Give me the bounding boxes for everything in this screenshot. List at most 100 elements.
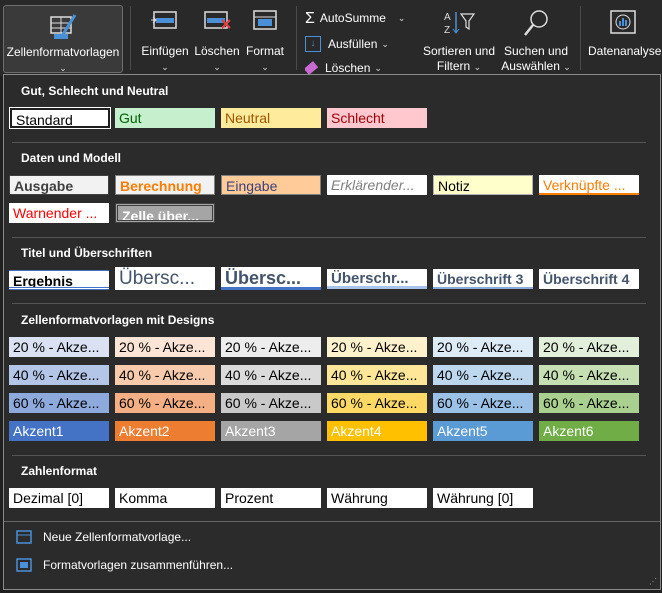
style-ergebnis[interactable]: Ergebnis [9,270,109,290]
merge-styles-command[interactable]: Formatvorlagen zusammenführen... [16,558,233,572]
data-analysis-button[interactable]: Datenanalyse [588,8,662,72]
style-ueberschrift-1[interactable]: Übersc... [221,267,321,290]
section-title-data-model: Daten und Modell [21,151,121,165]
style-60-akzent6[interactable]: 60 % - Akze... [539,393,639,413]
chevron-down-icon: ⌄ [59,63,67,73]
section-divider [4,521,660,522]
sigma-icon: Σ [305,9,315,27]
style-waehrung-0[interactable]: Währung [0] [433,488,533,508]
cell-style-icon [16,530,32,544]
insert-cells-icon [150,8,180,34]
style-ueberschrift-3[interactable]: Überschrift 3 [433,269,533,289]
fill-down-icon: ↓ [305,36,321,52]
style-standard[interactable]: Standard [9,107,111,129]
style-60-akzent2[interactable]: 60 % - Akze... [115,393,215,413]
style-40-akzent3[interactable]: 40 % - Akze... [221,365,321,385]
style-akzent1[interactable]: Akzent1 [9,421,109,441]
style-ueberschrift-big[interactable]: Übersc... [115,267,215,290]
style-60-akzent5[interactable]: 60 % - Akze... [433,393,533,413]
style-40-akzent1[interactable]: 40 % - Akze... [9,365,109,385]
style-20-akzent2[interactable]: 20 % - Akze... [115,337,215,357]
delete-label: Löschen [194,44,240,58]
format-templates-button[interactable]: Zellenformatvorlagen ⌄ [3,5,123,73]
style-gut[interactable]: Gut [115,108,215,128]
new-cell-style-command[interactable]: Neue Zellenformatvorlage... [16,530,191,544]
insert-button[interactable]: Einfügen ⌄ [138,8,192,72]
style-dezimal-0[interactable]: Dezimal [0] [9,488,109,508]
chevron-down-icon: ⌄ [473,62,482,72]
resize-grip-icon[interactable]: ⋰ [649,577,657,586]
style-20-akzent5[interactable]: 20 % - Akze... [433,337,533,357]
svg-text:Z: Z [444,25,450,36]
fill-button[interactable]: ↓ Ausfüllen ⌄ [305,35,389,53]
style-erklaerender[interactable]: Erklärender... [327,175,427,195]
style-prozent[interactable]: Prozent [221,488,321,508]
section-title-titles: Titel und Überschriften [21,246,153,260]
format-label: Format [245,44,284,58]
style-notiz[interactable]: Notiz [433,175,533,195]
chevron-down-icon: ⌄ [161,62,169,72]
style-schlecht[interactable]: Schlecht [327,108,427,128]
delete-button[interactable]: Löschen ⌄ [192,8,242,72]
style-eingabe[interactable]: Eingabe [221,175,321,195]
style-akzent3[interactable]: Akzent3 [221,421,321,441]
sort-filter-button[interactable]: AZ Sortieren und Filtern ⌄ [420,8,498,73]
style-60-akzent3[interactable]: 60 % - Akze... [221,393,321,413]
autosum-button[interactable]: Σ AutoSumme ⌄ [305,9,405,27]
style-neutral[interactable]: Neutral [221,108,321,128]
format-templates-label: Zellenformatvorlagen [6,45,120,59]
style-20-akzent3[interactable]: 20 % - Akze... [221,337,321,357]
data-analysis-icon [608,8,638,38]
eraser-icon [305,61,319,75]
style-zelle-ueber[interactable]: Zelle über... [115,203,215,223]
style-akzent4[interactable]: Akzent4 [327,421,427,441]
new-cell-style-label: Neue Zellenformatvorlage... [43,530,192,544]
autosum-label: AutoSumme [319,10,386,25]
find-select-label-1: Suchen und [503,44,569,58]
clear-label: Löschen [325,61,371,75]
find-select-button[interactable]: Suchen und Auswählen ⌄ [500,8,572,73]
data-analysis-label: Datenanalyse [588,44,662,58]
chevron-down-icon: ⌄ [563,62,571,72]
sort-filter-icon: AZ [442,8,476,38]
style-verknuepfte[interactable]: Verknüpfte ... [539,175,639,195]
style-40-akzent6[interactable]: 40 % - Akze... [539,365,639,385]
style-komma[interactable]: Komma [115,488,215,508]
style-ausgabe[interactable]: Ausgabe [9,175,109,195]
clear-button[interactable]: Löschen ⌄ [305,61,382,75]
section-divider [12,142,646,143]
section-title-good-bad: Gut, Schlecht und Neutral [21,84,169,98]
chevron-down-icon: ⌄ [381,38,389,49]
ribbon-separator [580,6,581,70]
style-warnender[interactable]: Warnender ... [9,203,109,223]
chevron-down-icon: ⌄ [374,62,382,73]
style-40-akzent4[interactable]: 40 % - Akze... [327,365,427,385]
section-divider [12,303,646,304]
style-waehrung[interactable]: Währung [327,488,427,508]
style-berechnung[interactable]: Berechnung [115,175,215,195]
style-20-akzent1[interactable]: 20 % - Akze... [9,337,109,357]
style-ueberschrift-4[interactable]: Überschrift 4 [539,269,639,289]
section-title-number-format: Zahlenformat [21,464,98,478]
paintbrush-table-icon [48,12,78,42]
ribbon-separator [296,6,297,70]
svg-text:A: A [444,12,451,23]
style-akzent2[interactable]: Akzent2 [115,421,215,441]
style-20-akzent4[interactable]: 20 % - Akze... [327,337,427,357]
format-button[interactable]: Format ⌄ [242,8,288,72]
style-60-akzent4[interactable]: 60 % - Akze... [327,393,427,413]
fill-label: Ausfüllen [328,36,378,51]
find-select-label-2: Auswählen [501,59,560,73]
style-60-akzent1[interactable]: 60 % - Akze... [9,393,109,413]
delete-cells-icon [202,8,232,34]
ribbon: Zellenformatvorlagen ⌄ Einfügen ⌄ Lösche… [0,0,662,76]
style-akzent6[interactable]: Akzent6 [539,421,639,441]
style-20-akzent6[interactable]: 20 % - Akze... [539,337,639,357]
style-40-akzent5[interactable]: 40 % - Akze... [433,365,533,385]
style-40-akzent2[interactable]: 40 % - Akze... [115,365,215,385]
format-cells-icon [250,8,280,34]
style-ueberschrift-2[interactable]: Überschr... [327,269,427,289]
style-akzent5[interactable]: Akzent5 [433,421,533,441]
section-title-themed: Zellenformatvorlagen mit Designs [21,313,215,327]
chevron-down-icon: ⌄ [261,62,269,72]
